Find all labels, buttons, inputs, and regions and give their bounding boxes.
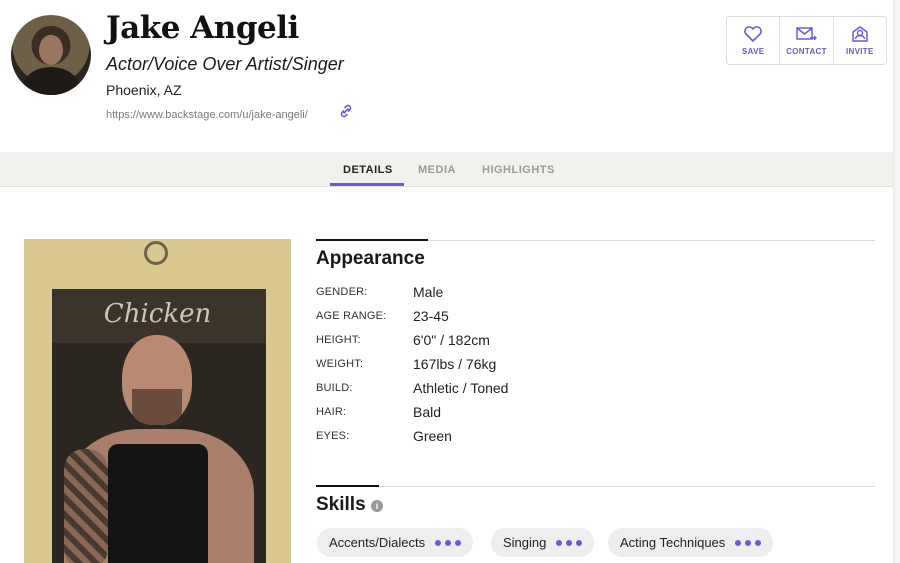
gender-label: GENDER: [316,286,368,298]
weight-label: WEIGHT: [316,358,364,370]
skills-title: Skills [316,494,366,515]
appearance-title: Appearance [316,248,425,269]
link-icon[interactable] [338,103,354,119]
invite-label: INVITE [846,47,874,56]
skill-chip-accents[interactable]: Accents/Dialects [317,528,474,557]
skill-chip-label: Acting Techniques [620,535,726,550]
profile-name: Jake Angeli [106,10,299,46]
profile-url[interactable]: https://www.backstage.com/u/jake-angeli/ [106,109,308,121]
avatar-shoulders [23,67,79,95]
tab-details[interactable]: DETAILS [343,164,393,176]
skills-divider [316,486,875,487]
skill-chip-singing[interactable]: Singing [491,528,595,557]
appearance-accent [316,239,428,241]
contact-label: CONTACT [786,47,827,56]
more-dots-icon[interactable] [735,539,762,546]
height-label: HEIGHT: [316,334,361,346]
profile-role: Actor/Voice Over Artist/Singer [106,54,344,74]
profile-location: Phoenix, AZ [106,82,182,98]
tab-highlights[interactable]: HIGHLIGHTS [482,164,555,176]
active-tab-indicator [330,183,404,186]
scrollbar[interactable] [893,0,900,563]
more-dots-icon[interactable] [435,539,462,546]
invite-button[interactable]: INVITE [834,17,886,64]
avatar-head [39,35,63,65]
age-range-label: AGE RANGE: [316,310,387,322]
build-value: Athletic / Toned [413,380,509,396]
skill-chip-label: Singing [503,535,547,550]
avatar[interactable] [11,15,91,95]
hair-value: Bald [413,404,442,420]
gender-value: Male [413,284,444,300]
invite-icon [852,26,868,42]
hair-label: HAIR: [316,406,347,418]
skills-accent [316,485,379,487]
contact-button[interactable]: CONTACT [780,17,834,64]
weight-value: 167lbs / 76kg [413,356,497,372]
photo-beard [132,389,182,425]
tab-media[interactable]: MEDIA [418,164,456,176]
info-icon[interactable]: i [371,500,383,512]
photo-tank-top [108,444,208,563]
build-label: BUILD: [316,382,353,394]
photo-tattoo [64,449,108,563]
profile-actions: SAVE CONTACT INVITE [726,16,887,65]
eyes-value: Green [413,428,452,444]
envelope-icon [796,27,818,41]
save-button[interactable]: SAVE [727,17,781,64]
more-dots-icon[interactable] [556,539,583,546]
photo-poster-text: Chicken [103,299,212,329]
skill-chip-label: Accents/Dialects [329,535,426,550]
skill-chip-acting-techniques[interactable]: Acting Techniques [608,528,774,557]
photo-wall-hook [144,241,168,265]
heart-icon [744,26,763,42]
height-value: 6'0" / 182cm [413,332,490,348]
profile-header: Jake Angeli Actor/Voice Over Artist/Sing… [0,0,900,152]
eyes-label: EYES: [316,430,350,442]
save-label: SAVE [741,47,765,56]
age-range-value: 23-45 [413,308,449,324]
headshot-photo[interactable]: Chicken [24,239,291,563]
tab-bar: DETAILS MEDIA HIGHLIGHTS [0,152,893,187]
